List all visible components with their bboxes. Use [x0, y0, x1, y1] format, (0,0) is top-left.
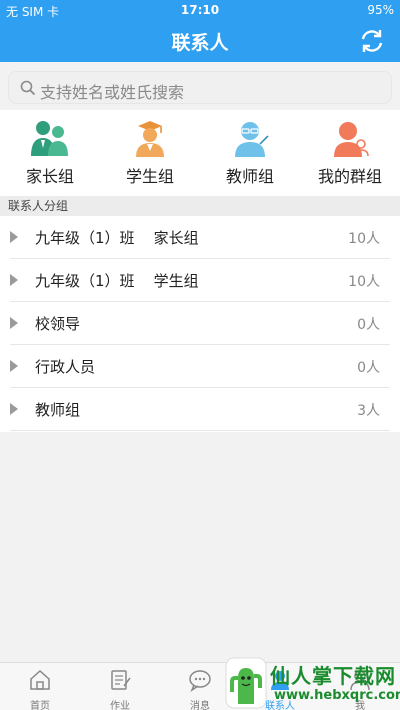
expand-arrow-icon	[10, 317, 18, 329]
member-count: 10人	[348, 274, 380, 290]
group-label: 教师组	[225, 167, 274, 186]
group-parents[interactable]: 家长组	[0, 110, 100, 196]
list-item[interactable]: 校领导 0人	[10, 302, 390, 345]
tab-homework[interactable]: 作业	[80, 663, 160, 710]
expand-arrow-icon	[10, 231, 18, 243]
search-icon	[20, 80, 36, 96]
group-my-groups[interactable]: 我的群组	[300, 110, 400, 196]
my-group-icon	[334, 122, 369, 157]
status-bar: 无 SIM 卡 17:10 95%	[0, 0, 400, 20]
teacher-icon	[235, 122, 269, 157]
member-count: 0人	[357, 360, 380, 376]
section-header: 联系人分组	[0, 196, 400, 216]
nav-bar: 联系人	[0, 20, 400, 62]
list-item[interactable]: 九年级（1）班 家长组 10人	[10, 216, 390, 259]
watermark-url: www.hebxqrc.com	[274, 688, 400, 703]
homework-icon	[111, 670, 131, 690]
tab-label: 作业	[110, 701, 130, 710]
group-name: 校领导	[35, 315, 81, 333]
cactus-logo-icon	[225, 657, 267, 709]
message-icon	[189, 670, 211, 692]
expand-arrow-icon	[10, 360, 18, 372]
status-time: 17:10	[180, 3, 220, 17]
group-label: 家长组	[25, 167, 74, 186]
quick-groups: 家长组 学生组 教师组 我的群组	[0, 110, 400, 196]
watermark-title: 仙人掌下载网	[270, 664, 396, 688]
member-count: 10人	[348, 231, 380, 247]
search-placeholder: 支持姓名或姓氏搜索	[40, 83, 185, 102]
home-icon	[30, 669, 50, 690]
group-name: 九年级（1）班 学生组	[35, 272, 199, 290]
battery-label: 95%	[367, 3, 394, 17]
group-name: 九年级（1）班 家长组	[35, 229, 199, 247]
student-icon	[136, 121, 164, 157]
group-label: 我的群组	[317, 167, 382, 186]
group-students[interactable]: 学生组	[100, 110, 200, 196]
expand-arrow-icon	[10, 403, 18, 415]
list-item[interactable]: 教师组 3人	[10, 388, 390, 431]
tab-home[interactable]: 首页	[0, 663, 80, 710]
group-name: 行政人员	[35, 358, 96, 376]
list-item[interactable]: 行政人员 0人	[10, 345, 390, 388]
group-label: 学生组	[125, 167, 174, 186]
tab-label: 首页	[30, 701, 50, 710]
contact-group-list: 九年级（1）班 家长组 10人 九年级（1）班 学生组 10人 校领导 0人 行…	[0, 216, 400, 432]
parents-icon	[31, 121, 68, 156]
watermark: 仙人掌下载网 www.hebxqrc.com	[224, 656, 400, 710]
member-count: 3人	[357, 403, 380, 419]
refresh-icon[interactable]	[358, 27, 386, 55]
group-name: 教师组	[35, 401, 81, 419]
expand-arrow-icon	[10, 274, 18, 286]
page-title: 联系人	[171, 32, 229, 54]
search-input[interactable]: 支持姓名或姓氏搜索	[8, 71, 392, 104]
member-count: 0人	[357, 317, 380, 333]
list-item[interactable]: 九年级（1）班 学生组 10人	[10, 259, 390, 302]
group-teachers[interactable]: 教师组	[200, 110, 300, 196]
